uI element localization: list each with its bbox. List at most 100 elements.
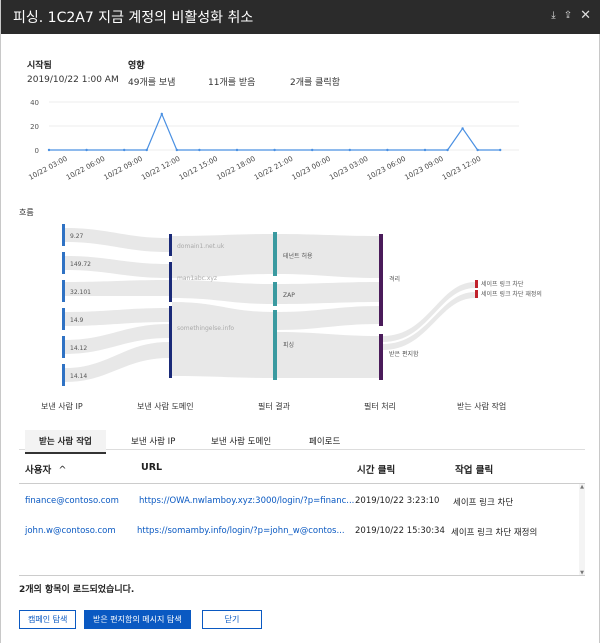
sort-ascending-icon: ^ <box>58 465 67 476</box>
filter-label-allow: 테넌트 허용 <box>283 252 313 260</box>
data-point <box>499 148 502 152</box>
x-tick-label: 10/22 12:00 <box>140 155 181 182</box>
url-link[interactable]: https://OWA.nwlamboy.xyz:3000/login/?p=f… <box>139 496 354 506</box>
column-label-filter-result: 필터 결과 <box>258 402 290 411</box>
campaign-detail-panel: 피싱. 1C2A7 지금 계정의 비활성화 취소 ⤓ ⇪ ✕ 시작됨 2019/… <box>0 0 600 643</box>
y-tick-label: 40 <box>30 99 39 107</box>
x-tick-label: 10/23 06:00 <box>366 155 407 182</box>
sankey-links <box>65 228 475 382</box>
x-tick-label: 10/23 00:00 <box>291 155 332 182</box>
data-point <box>461 127 464 130</box>
x-tick-label: 10/22 03:00 <box>27 155 68 182</box>
node-filter-allow <box>273 232 277 276</box>
data-point <box>160 112 163 116</box>
data-point <box>273 148 276 152</box>
link-phish-inbox <box>277 332 379 378</box>
table-row[interactable]: finance@contoso.com https://OWA.nwlamboy… <box>19 492 575 514</box>
tab-sender-ip[interactable]: 보낸 사람 IP <box>117 430 189 452</box>
domain-label-2: man1abc.xyz <box>177 275 217 282</box>
tab-sender-domain[interactable]: 보낸 사람 도메인 <box>197 430 285 452</box>
column-label-filter-action: 필터 처리 <box>364 402 396 411</box>
started-value: 2019/10/22 1:00 AM <box>27 75 119 85</box>
data-point <box>348 148 351 152</box>
started-label: 시작됨 <box>27 61 52 71</box>
ip-label-4: 14.9 <box>70 317 84 324</box>
link-inbox-override <box>383 292 475 350</box>
link-domain-zap <box>172 280 273 304</box>
data-point <box>198 148 201 152</box>
x-tick-label: 10/23 12:00 <box>441 155 482 182</box>
click-action: 세이프 링크 차단 <box>453 498 514 508</box>
tab-recipient-actions[interactable]: 받는 사람 작업 <box>25 430 106 454</box>
chart-x-ticks: 10/22 03:0010/22 06:0010/22 09:0010/22 1… <box>27 155 482 182</box>
download-icon[interactable]: ⤓ <box>551 10 555 22</box>
table-body: finance@contoso.com https://OWA.nwlamboy… <box>19 484 585 576</box>
node-ip-5 <box>62 336 65 358</box>
user-link[interactable]: finance@contoso.com <box>25 496 119 506</box>
domain-label-3: somethingelse.info <box>177 325 234 332</box>
link-domain-allow <box>172 234 273 278</box>
table-row[interactable]: john.w@contoso.com https://somamby.info/… <box>19 522 575 544</box>
scroll-down-icon[interactable]: ▼ <box>579 570 585 575</box>
column-header-time[interactable]: 시간 클릭 <box>357 462 395 476</box>
table-header: 사용자 ^ URL 시간 클릭 작업 클릭 <box>19 456 585 484</box>
tab-payload[interactable]: 페이로드 <box>295 430 354 452</box>
impact-label: 영향 <box>128 61 145 71</box>
url-link[interactable]: https://somamby.info/login/?p=john_w@con… <box>137 526 345 536</box>
explore-inbox-messages-button[interactable]: 받은 편지함의 메시지 탐색 <box>84 610 191 629</box>
data-point <box>476 148 479 152</box>
received-count-block: 11개를 받음 <box>208 71 255 88</box>
ip-label-1: 9.27 <box>70 233 84 240</box>
data-point <box>175 148 179 152</box>
chart-y-ticks: 0 20 40 <box>30 99 39 155</box>
ip-label-5: 14.12 <box>70 345 87 352</box>
table-scrollbar[interactable]: ▲ ▼ <box>579 484 585 575</box>
filter-label-zap: ZAP <box>283 292 295 299</box>
tab-bar: 받는 사람 작업 보낸 사람 IP 보낸 사람 도메인 페이로드 <box>19 426 585 454</box>
column-header-user[interactable]: 사용자 ^ <box>25 462 67 476</box>
status-text: 2개의 항목이 로드되었습니다. <box>19 585 135 595</box>
node-action-inbox <box>379 334 383 380</box>
filter-label-phish: 피싱 <box>283 341 294 349</box>
data-point <box>85 148 88 152</box>
node-recipient-override <box>475 290 478 298</box>
close-icon[interactable]: ✕ <box>580 9 591 22</box>
data-point <box>47 148 51 152</box>
sent-count: 49개를 보냄 <box>128 78 176 88</box>
received-count: 11개를 받음 <box>208 78 256 88</box>
column-label-sender-ip: 보낸 사람 IP <box>41 402 83 411</box>
recipient-label-block: 세이프 링크 차단 <box>481 280 524 288</box>
timeline-chart: 02040 10/22 03:0010/22 06:0010/22 09:001… <box>27 99 519 182</box>
action-label-inbox: 받은 편지함 <box>389 350 419 358</box>
close-button[interactable]: 닫기 <box>202 610 262 629</box>
series-points <box>47 112 502 152</box>
y-tick-label: 20 <box>30 123 39 131</box>
sankey-diagram: 9.27 149.72 32.101 14.9 14.12 14.14 doma… <box>62 224 542 386</box>
column-header-user-label: 사용자 <box>25 465 52 476</box>
data-point <box>386 148 389 152</box>
share-icon[interactable]: ⇪ <box>564 10 572 22</box>
data-point <box>423 148 427 152</box>
link-inbox-block <box>383 282 475 342</box>
node-ip-6 <box>62 364 65 386</box>
impact-block: 영향 49개를 보냄 <box>128 58 175 88</box>
node-filter-zap <box>273 282 277 306</box>
node-action-quarantine <box>379 234 383 326</box>
recipient-label-override: 세이프 링크 차단 재정의 <box>481 290 542 298</box>
x-tick-label: 10/12 15:00 <box>178 155 219 182</box>
x-tick-label: 10/23 03:00 <box>328 155 369 182</box>
clicked-count: 2개를 클릭함 <box>290 78 340 88</box>
data-point <box>123 148 126 152</box>
column-label-sender-domain: 보낸 사람 도메인 <box>137 402 194 411</box>
node-ip-1 <box>62 224 65 246</box>
column-header-url[interactable]: URL <box>141 462 162 473</box>
user-link[interactable]: john.w@contoso.com <box>25 526 116 536</box>
column-header-action[interactable]: 작업 클릭 <box>455 462 493 476</box>
explore-campaign-button[interactable]: 캠페인 탐색 <box>19 610 77 629</box>
data-point <box>145 148 148 152</box>
x-tick-label: 10/22 09:00 <box>103 155 144 182</box>
click-action: 세이프 링크 차단 재정의 <box>451 528 538 538</box>
x-tick-label: 10/22 06:00 <box>65 155 106 182</box>
node-ip-3 <box>62 280 65 302</box>
scroll-up-icon[interactable]: ▲ <box>579 484 585 490</box>
